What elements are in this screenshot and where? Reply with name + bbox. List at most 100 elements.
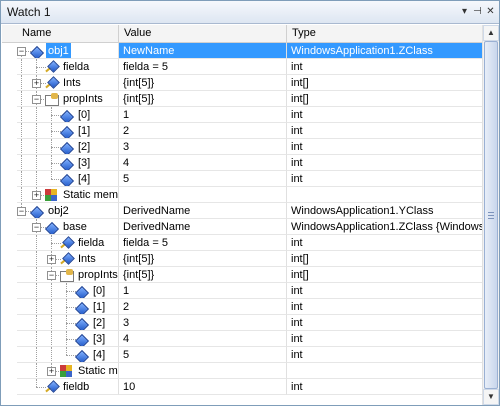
watch-row[interactable]: [4] 5 int	[2, 347, 482, 363]
watch-row[interactable]: + Static memb	[2, 187, 482, 203]
watch-row[interactable]: − obj2 DerivedName WindowsApplication1.YCla…	[2, 203, 482, 219]
name-cell[interactable]: − propInts	[17, 267, 119, 283]
name-cell[interactable]: [0]	[17, 283, 119, 299]
object-icon	[74, 285, 90, 298]
value-cell[interactable]: 1	[119, 107, 287, 123]
close-icon[interactable]: ✕	[484, 5, 497, 18]
scroll-thumb[interactable]	[484, 41, 498, 389]
value-cell[interactable]: {int[5]}	[119, 251, 287, 267]
collapse-toggle[interactable]: −	[17, 207, 26, 216]
watch-row[interactable]: − base DerivedName WindowsApplication1.ZCla…	[2, 219, 482, 235]
scroll-up-button[interactable]: ▲	[483, 25, 499, 41]
watch-row[interactable]: − propInts {int[5]} int[]	[2, 91, 482, 107]
name-cell[interactable]: + Ints	[17, 251, 119, 267]
collapse-toggle[interactable]: −	[32, 223, 41, 232]
variable-name: fielda	[78, 237, 105, 249]
variable-name: obj2	[48, 205, 69, 217]
name-cell[interactable]: fielda	[17, 235, 119, 251]
value-cell[interactable]: 4	[119, 155, 287, 171]
watch-row[interactable]: − propInts {int[5]} int[]	[2, 267, 482, 283]
type-cell: int	[287, 235, 482, 251]
watch-row[interactable]: [3] 4 int	[2, 155, 482, 171]
value-cell[interactable]: 5	[119, 347, 287, 363]
object-icon	[59, 141, 75, 154]
value-cell[interactable]: 3	[119, 139, 287, 155]
expand-toggle[interactable]: +	[32, 79, 41, 88]
column-header-type[interactable]: Type	[287, 25, 482, 42]
expand-toggle[interactable]: +	[47, 255, 56, 264]
watch-row[interactable]: [0] 1 int	[2, 107, 482, 123]
name-cell[interactable]: − propInts	[17, 91, 119, 107]
name-cell[interactable]: fielda	[17, 59, 119, 75]
watch-row[interactable]: fieldb 10 int	[2, 379, 482, 395]
collapse-toggle[interactable]: −	[17, 47, 26, 56]
type-cell: int	[287, 59, 482, 75]
watch-row[interactable]: − obj1 NewName WindowsApplication1.ZClass	[2, 43, 482, 59]
name-cell[interactable]: + Static m	[17, 363, 119, 379]
collapse-toggle[interactable]: −	[47, 271, 56, 280]
collapse-toggle[interactable]: −	[32, 95, 41, 104]
type-cell: int	[287, 139, 482, 155]
name-cell[interactable]: fieldb	[17, 379, 119, 395]
column-header-value[interactable]: Value	[119, 25, 287, 42]
watch-row[interactable]: [4] 5 int	[2, 171, 482, 187]
watch-window: Watch 1 ▾ ⊣ ✕ Name Value Type − obj1 NewNa…	[0, 0, 500, 406]
name-cell[interactable]: [2]	[17, 315, 119, 331]
watch-row[interactable]: + Ints {int[5]} int[]	[2, 75, 482, 91]
name-cell[interactable]: + Ints	[17, 75, 119, 91]
value-cell[interactable]: 2	[119, 299, 287, 315]
pin-icon[interactable]: ⊣	[471, 5, 484, 18]
value-cell[interactable]: 1	[119, 283, 287, 299]
watch-row[interactable]: [1] 2 int	[2, 299, 482, 315]
name-cell[interactable]: [4]	[17, 347, 119, 363]
value-cell[interactable]: DerivedName	[119, 203, 287, 219]
column-header-name[interactable]: Name	[17, 25, 119, 42]
type-cell: int	[287, 123, 482, 139]
watch-row[interactable]: [1] 2 int	[2, 123, 482, 139]
type-cell: int	[287, 107, 482, 123]
name-cell[interactable]: [3]	[17, 155, 119, 171]
name-cell[interactable]: − base	[17, 219, 119, 235]
watch-row[interactable]: fielda fielda = 5 int	[2, 59, 482, 75]
value-cell[interactable]: 4	[119, 331, 287, 347]
expand-toggle[interactable]: +	[32, 191, 41, 200]
scroll-down-button[interactable]: ▼	[483, 389, 499, 405]
watch-row[interactable]: [2] 3 int	[2, 139, 482, 155]
value-cell[interactable]: NewName	[119, 43, 287, 59]
value-cell[interactable]	[119, 187, 287, 203]
variable-name: fieldb	[63, 381, 90, 393]
watch-row[interactable]: fielda fielda = 5 int	[2, 235, 482, 251]
type-cell: int	[287, 347, 482, 363]
watch-row[interactable]: [3] 4 int	[2, 331, 482, 347]
name-cell[interactable]: [3]	[17, 331, 119, 347]
name-cell[interactable]: [1]	[17, 123, 119, 139]
watch-row[interactable]: + Ints {int[5]} int[]	[2, 251, 482, 267]
watch-row[interactable]: [0] 1 int	[2, 283, 482, 299]
name-cell[interactable]: + Static memb	[17, 187, 119, 203]
name-cell[interactable]: [2]	[17, 139, 119, 155]
expand-toggle[interactable]: +	[47, 367, 56, 376]
field-icon	[45, 76, 60, 89]
watch-row[interactable]: + Static m	[2, 363, 482, 379]
watch-row[interactable]: [2] 3 int	[2, 315, 482, 331]
column-header-row: Name Value Type	[2, 25, 482, 43]
value-cell[interactable]: 3	[119, 315, 287, 331]
name-cell[interactable]: − obj1	[17, 43, 119, 59]
dropdown-arrow-icon[interactable]: ▾	[458, 5, 471, 18]
value-cell[interactable]	[119, 363, 287, 379]
value-cell[interactable]: {int[5]}	[119, 91, 287, 107]
value-cell[interactable]: {int[5]}	[119, 267, 287, 283]
name-cell[interactable]: [1]	[17, 299, 119, 315]
name-cell[interactable]: [4]	[17, 171, 119, 187]
name-cell[interactable]: [0]	[17, 107, 119, 123]
value-cell[interactable]: 10	[119, 379, 287, 395]
value-cell[interactable]: {int[5]}	[119, 75, 287, 91]
vertical-scrollbar[interactable]: ▲ ▼	[482, 25, 499, 405]
object-icon	[59, 125, 75, 138]
name-cell[interactable]: − obj2	[17, 203, 119, 219]
value-cell[interactable]: 5	[119, 171, 287, 187]
value-cell[interactable]: fielda = 5	[119, 235, 287, 251]
value-cell[interactable]: fielda = 5	[119, 59, 287, 75]
value-cell[interactable]: 2	[119, 123, 287, 139]
value-cell[interactable]: DerivedName	[119, 219, 287, 235]
